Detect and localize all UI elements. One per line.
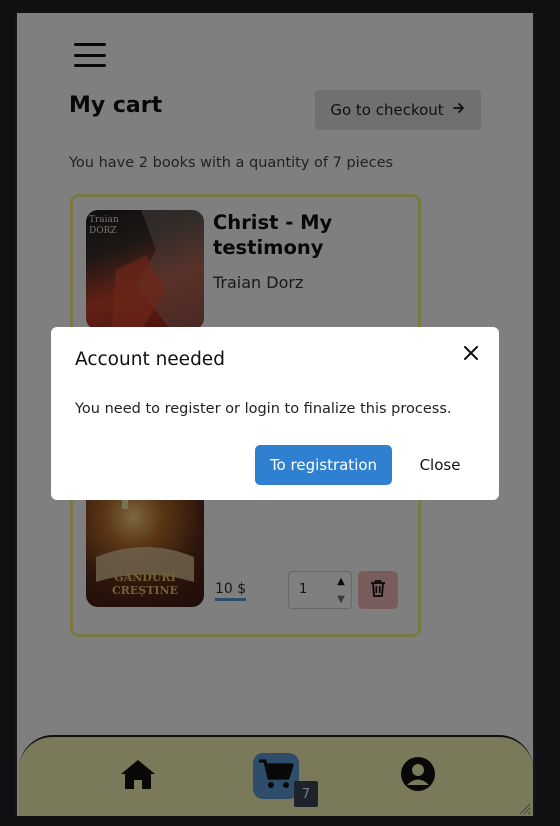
dialog-title: Account needed [75, 349, 225, 370]
close-button[interactable]: Close [405, 445, 475, 485]
account-needed-dialog: Account needed You need to register or l… [51, 327, 499, 500]
dialog-message: You need to register or login to finaliz… [75, 401, 452, 417]
close-icon[interactable] [459, 341, 483, 365]
registration-button[interactable]: To registration [255, 445, 392, 485]
